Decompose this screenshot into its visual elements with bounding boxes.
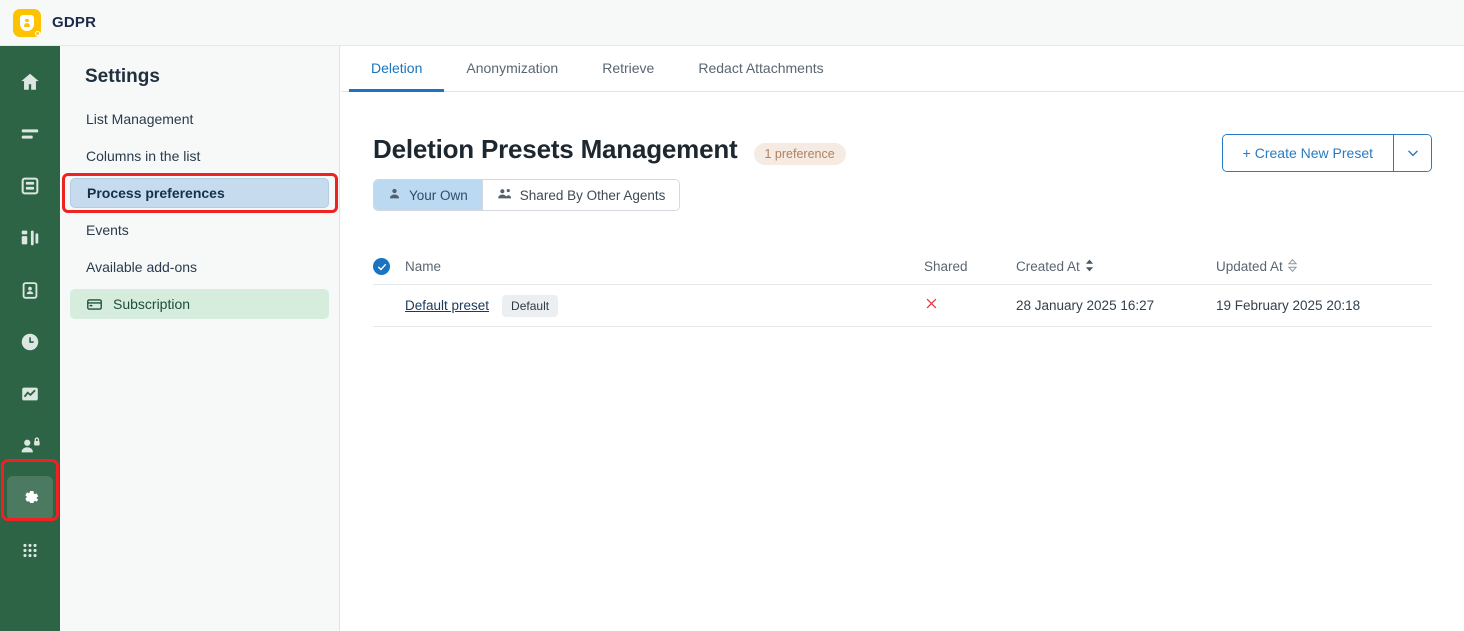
content-body: Deletion Presets Management 1 preference… xyxy=(341,92,1464,327)
cell-created-at: 28 January 2025 16:27 xyxy=(1016,298,1155,313)
presets-table: Name Shared Created At Updated At Defaul… xyxy=(373,249,1432,327)
clock-icon[interactable] xyxy=(7,320,53,364)
page-title: Deletion Presets Management xyxy=(373,134,738,164)
table-header-row: Name Shared Created At Updated At xyxy=(373,249,1432,285)
people-icon xyxy=(497,187,512,203)
settings-sidebar: Settings List Management Columns in the … xyxy=(60,46,340,631)
tab-label: Redact Attachments xyxy=(698,59,824,76)
table-row[interactable]: Default preset Default 28 January 2025 1… xyxy=(373,285,1432,327)
create-new-preset-button[interactable]: + Create New Preset xyxy=(1222,135,1393,171)
tab-label: Deletion xyxy=(371,59,423,76)
user-lock-icon[interactable] xyxy=(7,424,53,468)
select-all-checkbox[interactable] xyxy=(373,258,390,275)
tab-anonymization[interactable]: Anonymization xyxy=(444,46,580,92)
brand-logo[interactable]: GDPR xyxy=(13,8,97,37)
workflow-icon[interactable] xyxy=(7,216,53,260)
sidebar-item-label: List Management xyxy=(86,111,194,127)
sidebar-item-columns-in-the-list[interactable]: Columns in the list xyxy=(70,141,329,171)
filter-label: Shared By Other Agents xyxy=(519,187,666,203)
create-preset-group: + Create New Preset xyxy=(1221,134,1432,172)
clipboard-person-icon[interactable] xyxy=(7,268,53,312)
icon-rail xyxy=(0,46,60,631)
tab-retrieve[interactable]: Retrieve xyxy=(580,46,676,92)
tab-deletion[interactable]: Deletion xyxy=(349,46,445,92)
sidebar-item-label: Available add-ons xyxy=(86,259,198,275)
column-header-name[interactable]: Name xyxy=(405,259,924,274)
credit-card-icon xyxy=(86,296,103,313)
sidebar-item-process-preferences[interactable]: Process preferences xyxy=(70,178,329,208)
x-icon[interactable] xyxy=(924,296,939,315)
column-header-label: Shared xyxy=(924,259,968,274)
sort-icon[interactable] xyxy=(1085,259,1094,275)
preset-name-link[interactable]: Default preset xyxy=(405,298,489,313)
list-icon[interactable] xyxy=(7,112,53,156)
create-new-preset-label: + Create New Preset xyxy=(1242,145,1373,161)
chart-icon[interactable] xyxy=(7,372,53,416)
main-content: Deletion Anonymization Retrieve Redact A… xyxy=(341,46,1464,631)
tab-label: Retrieve xyxy=(602,59,655,76)
select-all-cell xyxy=(373,258,405,275)
person-icon xyxy=(388,187,401,203)
home-icon[interactable] xyxy=(7,60,53,104)
sidebar-item-subscription[interactable]: Subscription xyxy=(70,289,329,319)
brand-name: GDPR xyxy=(52,14,97,31)
gear-icon[interactable] xyxy=(7,476,53,520)
grid-apps-icon[interactable] xyxy=(7,528,53,572)
chevron-down-icon[interactable] xyxy=(1393,135,1431,171)
filter-shared-by-other-agents[interactable]: Shared By Other Agents xyxy=(481,180,680,210)
shield-person-icon xyxy=(13,8,41,37)
default-badge: Default xyxy=(502,294,559,317)
column-header-label: Name xyxy=(405,259,442,274)
sidebar-item-available-add-ons[interactable]: Available add-ons xyxy=(70,252,329,282)
tab-label: Anonymization xyxy=(466,59,559,76)
column-header-created-at[interactable]: Created At xyxy=(1016,259,1216,275)
sidebar-item-list-management[interactable]: List Management xyxy=(70,104,329,134)
sort-icon[interactable] xyxy=(1287,258,1298,275)
filter-label: Your Own xyxy=(409,187,468,203)
top-header-bar: GDPR xyxy=(0,0,1464,46)
tab-bar: Deletion Anonymization Retrieve Redact A… xyxy=(341,46,1464,92)
app-root: GDPR Settings List Management Columns in… xyxy=(0,0,1464,631)
sidebar-item-label: Subscription xyxy=(113,296,191,312)
cell-shared xyxy=(924,296,1016,315)
sidebar-item-label: Events xyxy=(86,222,129,238)
settings-panel-title: Settings xyxy=(85,66,160,87)
ownership-filter-group: Your Own Shared By Other Agents xyxy=(373,179,681,211)
page-header-row: Deletion Presets Management 1 preference… xyxy=(373,134,1432,211)
column-header-updated-at[interactable]: Updated At xyxy=(1216,258,1432,275)
sidebar-item-label: Process preferences xyxy=(87,185,225,201)
column-header-label: Created At xyxy=(1016,259,1080,274)
preference-count-badge: 1 preference xyxy=(753,143,846,165)
column-header-label: Updated At xyxy=(1216,259,1283,274)
column-header-shared[interactable]: Shared xyxy=(924,259,1016,274)
tab-redact-attachments[interactable]: Redact Attachments xyxy=(676,46,845,92)
filter-your-own[interactable]: Your Own xyxy=(374,180,482,210)
sidebar-item-events[interactable]: Events xyxy=(70,215,329,245)
sidebar-item-label: Columns in the list xyxy=(86,148,201,164)
database-icon[interactable] xyxy=(7,164,53,208)
cell-updated-at: 19 February 2025 20:18 xyxy=(1216,298,1361,313)
cell-name: Default preset Default xyxy=(405,294,924,317)
